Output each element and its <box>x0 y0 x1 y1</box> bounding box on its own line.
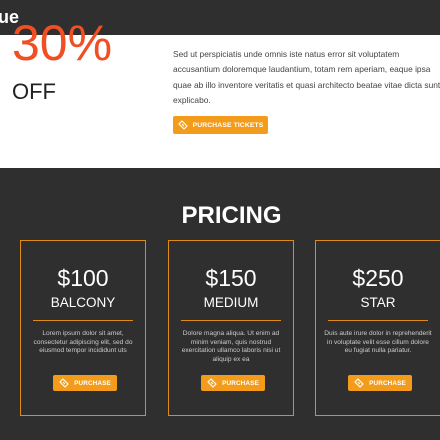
pricing-section: PRICING $100 BALCONY Lorem ipsum dolor s… <box>0 168 440 440</box>
ticket-icon <box>354 378 364 388</box>
card-divider <box>33 320 133 321</box>
card-price: $100 <box>57 265 109 291</box>
discount-off-label: OFF <box>12 79 56 104</box>
purchase-button-star[interactable]: PURCHASE <box>348 375 412 391</box>
purchase-label: PURCHASE <box>222 379 259 387</box>
purchase-button-medium[interactable]: PURCHASE <box>201 375 265 391</box>
card-divider <box>181 320 281 321</box>
purchase-tickets-button[interactable]: PURCHASE TICKETS <box>173 116 268 134</box>
card-tier: BALCONY <box>50 295 116 310</box>
purchase-label: PURCHASE <box>74 379 111 387</box>
card-description: Lorem ipsum dolor sit amet, consectetur … <box>33 330 133 355</box>
purchase-tickets-label: PURCHASE TICKETS <box>192 121 264 129</box>
card-divider <box>328 320 428 321</box>
ticket-icon <box>177 120 188 130</box>
pricing-title: PRICING <box>181 202 282 229</box>
purchase-label: PURCHASE <box>369 379 406 387</box>
discount-section: 30% OFF Sed ut perspiciatis unde omnis i… <box>0 15 440 168</box>
card-tier: STAR <box>360 295 396 310</box>
purchase-button-balcony[interactable]: PURCHASE <box>53 375 117 391</box>
pricing-card-balcony: $100 BALCONY Lorem ipsum dolor sit amet,… <box>20 240 146 416</box>
card-price: $150 <box>205 265 257 291</box>
discount-description: Sed ut perspiciatis unde omnis iste natu… <box>173 49 440 106</box>
card-description: Dolore magna aliqua. Ut enim ad minim ve… <box>181 330 281 363</box>
pricing-card-medium: $150 MEDIUM Dolore magna aliqua. Ut enim… <box>168 240 294 416</box>
pricing-card-star: $250 STAR Duis aute irure dolor in repre… <box>315 240 440 416</box>
card-description: Duis aute irure dolor in reprehenderit i… <box>324 330 432 355</box>
card-tier: MEDIUM <box>203 295 259 310</box>
ticket-icon <box>207 378 217 388</box>
ticket-icon <box>59 378 69 388</box>
discount-value: 30% <box>12 15 113 71</box>
card-price: $250 <box>352 265 404 291</box>
